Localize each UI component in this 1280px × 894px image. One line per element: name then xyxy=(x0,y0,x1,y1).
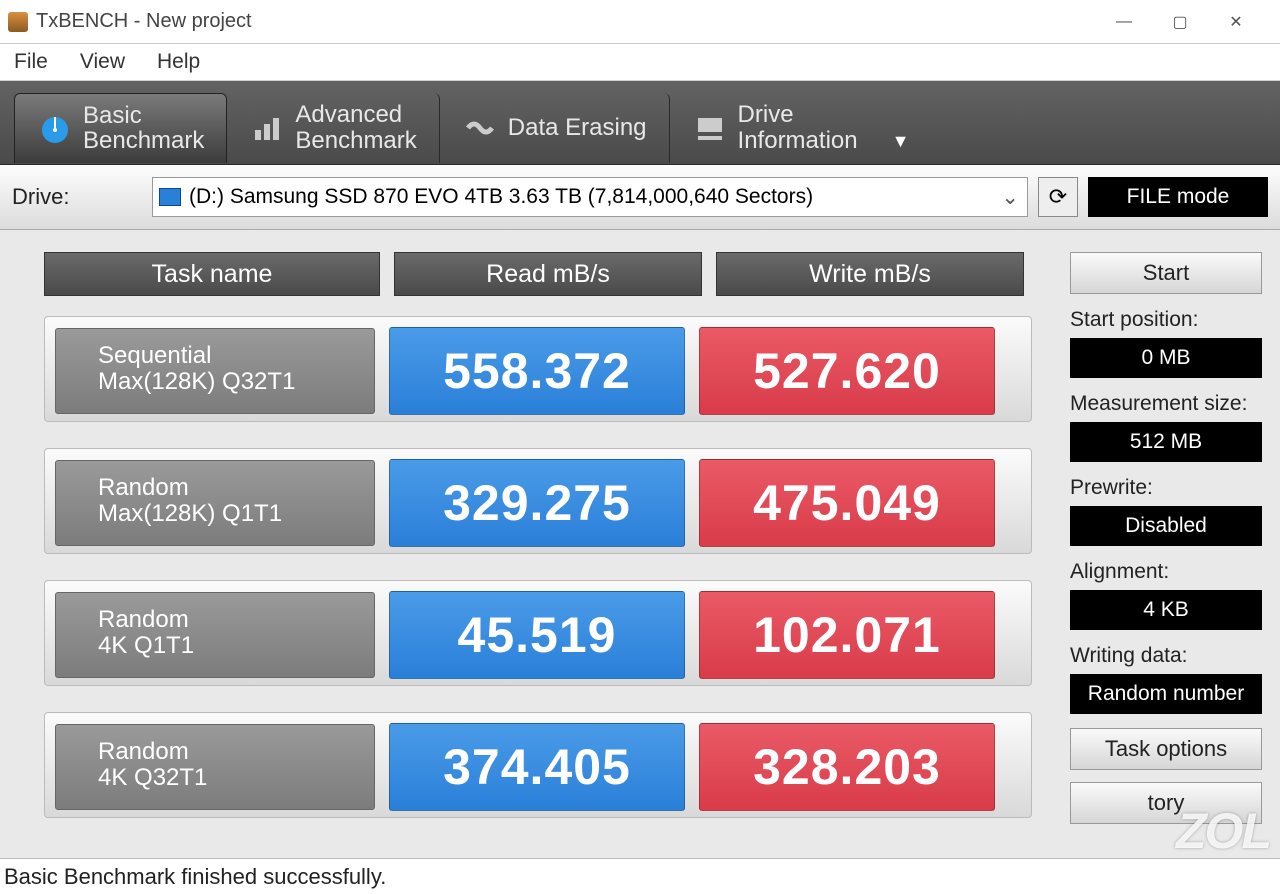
writing-data-value[interactable]: Random number xyxy=(1070,674,1262,714)
tab-label: Advanced xyxy=(295,102,416,127)
refresh-button[interactable]: ⟳ xyxy=(1038,177,1078,217)
benchmark-area: Task name Read mB/s Write mB/s Sequentia… xyxy=(0,234,1064,858)
drive-label: Drive: xyxy=(12,184,142,210)
measurement-size-value[interactable]: 512 MB xyxy=(1070,422,1262,462)
write-value: 102.071 xyxy=(699,591,995,679)
writing-data-label: Writing data: xyxy=(1070,644,1262,668)
menu-help[interactable]: Help xyxy=(157,50,200,74)
window-title: TxBENCH - New project xyxy=(36,10,1112,33)
tab-bar: BasicBenchmark AdvancedBenchmark Data Er… xyxy=(0,81,1280,165)
tab-label: Benchmark xyxy=(295,128,416,153)
table-row: Random 4K Q32T1 374.405 328.203 xyxy=(44,712,1032,818)
drive-select-value: (D:) Samsung SSD 870 EVO 4TB 3.63 TB (7,… xyxy=(189,185,813,209)
task-name-l1: Random xyxy=(98,475,374,501)
measurement-size-label: Measurement size: xyxy=(1070,392,1262,416)
tabs-overflow-icon[interactable]: ▼ xyxy=(886,131,916,152)
write-value: 527.620 xyxy=(699,327,995,415)
title-bar: TxBENCH - New project — ▢ ✕ xyxy=(0,0,1280,44)
tab-label: Basic xyxy=(83,103,204,128)
header-read: Read mB/s xyxy=(394,252,702,296)
disk-icon xyxy=(159,188,181,206)
task-name-l2: 4K Q32T1 xyxy=(98,765,374,791)
drive-bar: Drive: (D:) Samsung SSD 870 EVO 4TB 3.63… xyxy=(0,165,1280,230)
tab-label: Benchmark xyxy=(83,128,204,153)
tab-drive-information[interactable]: DriveInformation xyxy=(670,93,880,163)
bars-icon xyxy=(249,110,285,146)
task-name-l2: Max(128K) Q1T1 xyxy=(98,501,374,527)
header-taskname: Task name xyxy=(44,252,380,296)
benchmark-header: Task name Read mB/s Write mB/s xyxy=(44,252,1032,296)
side-panel: Start Start position: 0 MB Measurement s… xyxy=(1064,234,1280,858)
tab-advanced-benchmark[interactable]: AdvancedBenchmark xyxy=(227,93,439,163)
task-name: Random Max(128K) Q1T1 xyxy=(55,460,375,546)
start-position-label: Start position: xyxy=(1070,308,1262,332)
erase-icon xyxy=(462,110,498,146)
status-bar: Basic Benchmark finished successfully. xyxy=(0,858,1280,894)
menu-bar: File View Help xyxy=(0,44,1280,81)
maximize-button[interactable]: ▢ xyxy=(1168,10,1192,34)
minimize-button[interactable]: — xyxy=(1112,10,1136,34)
table-row: Random Max(128K) Q1T1 329.275 475.049 xyxy=(44,448,1032,554)
watermark-text: ZOL xyxy=(1176,803,1270,859)
read-value: 329.275 xyxy=(389,459,685,547)
file-mode-button[interactable]: FILE mode xyxy=(1088,177,1268,217)
drive-icon xyxy=(692,110,728,146)
task-name-l2: 4K Q1T1 xyxy=(98,633,374,659)
main-area: Task name Read mB/s Write mB/s Sequentia… xyxy=(0,230,1280,858)
table-row: Random 4K Q1T1 45.519 102.071 xyxy=(44,580,1032,686)
task-name: Random 4K Q1T1 xyxy=(55,592,375,678)
benchmark-rows: Sequential Max(128K) Q32T1 558.372 527.6… xyxy=(44,316,1032,818)
tab-label: Data Erasing xyxy=(508,115,647,140)
tab-label: Information xyxy=(738,128,858,153)
watermark: ZOL xyxy=(1176,802,1270,860)
task-options-button[interactable]: Task options xyxy=(1070,728,1262,770)
window-controls: — ▢ ✕ xyxy=(1112,10,1272,34)
alignment-label: Alignment: xyxy=(1070,560,1262,584)
task-name: Sequential Max(128K) Q32T1 xyxy=(55,328,375,414)
write-value: 328.203 xyxy=(699,723,995,811)
gauge-icon xyxy=(37,110,73,146)
alignment-value[interactable]: 4 KB xyxy=(1070,590,1262,630)
refresh-icon: ⟳ xyxy=(1049,184,1067,210)
start-button[interactable]: Start xyxy=(1070,252,1262,294)
read-value: 374.405 xyxy=(389,723,685,811)
write-value: 475.049 xyxy=(699,459,995,547)
menu-file[interactable]: File xyxy=(14,50,48,74)
chevron-down-icon: ⌄ xyxy=(1001,185,1019,210)
task-name-l1: Random xyxy=(98,739,374,765)
tab-label: Drive xyxy=(738,102,858,127)
app-icon xyxy=(8,12,28,32)
prewrite-label: Prewrite: xyxy=(1070,476,1262,500)
drive-select[interactable]: (D:) Samsung SSD 870 EVO 4TB 3.63 TB (7,… xyxy=(152,177,1028,217)
task-name-l2: Max(128K) Q32T1 xyxy=(98,369,374,395)
prewrite-value[interactable]: Disabled xyxy=(1070,506,1262,546)
read-value: 45.519 xyxy=(389,591,685,679)
task-name-l1: Random xyxy=(98,607,374,633)
menu-view[interactable]: View xyxy=(80,50,125,74)
task-name-l1: Sequential xyxy=(98,343,374,369)
task-name: Random 4K Q32T1 xyxy=(55,724,375,810)
start-position-value[interactable]: 0 MB xyxy=(1070,338,1262,378)
read-value: 558.372 xyxy=(389,327,685,415)
table-row: Sequential Max(128K) Q32T1 558.372 527.6… xyxy=(44,316,1032,422)
header-write: Write mB/s xyxy=(716,252,1024,296)
status-text: Basic Benchmark finished successfully. xyxy=(4,864,386,890)
close-button[interactable]: ✕ xyxy=(1224,10,1248,34)
tab-basic-benchmark[interactable]: BasicBenchmark xyxy=(14,93,227,163)
tab-data-erasing[interactable]: Data Erasing xyxy=(440,93,670,163)
